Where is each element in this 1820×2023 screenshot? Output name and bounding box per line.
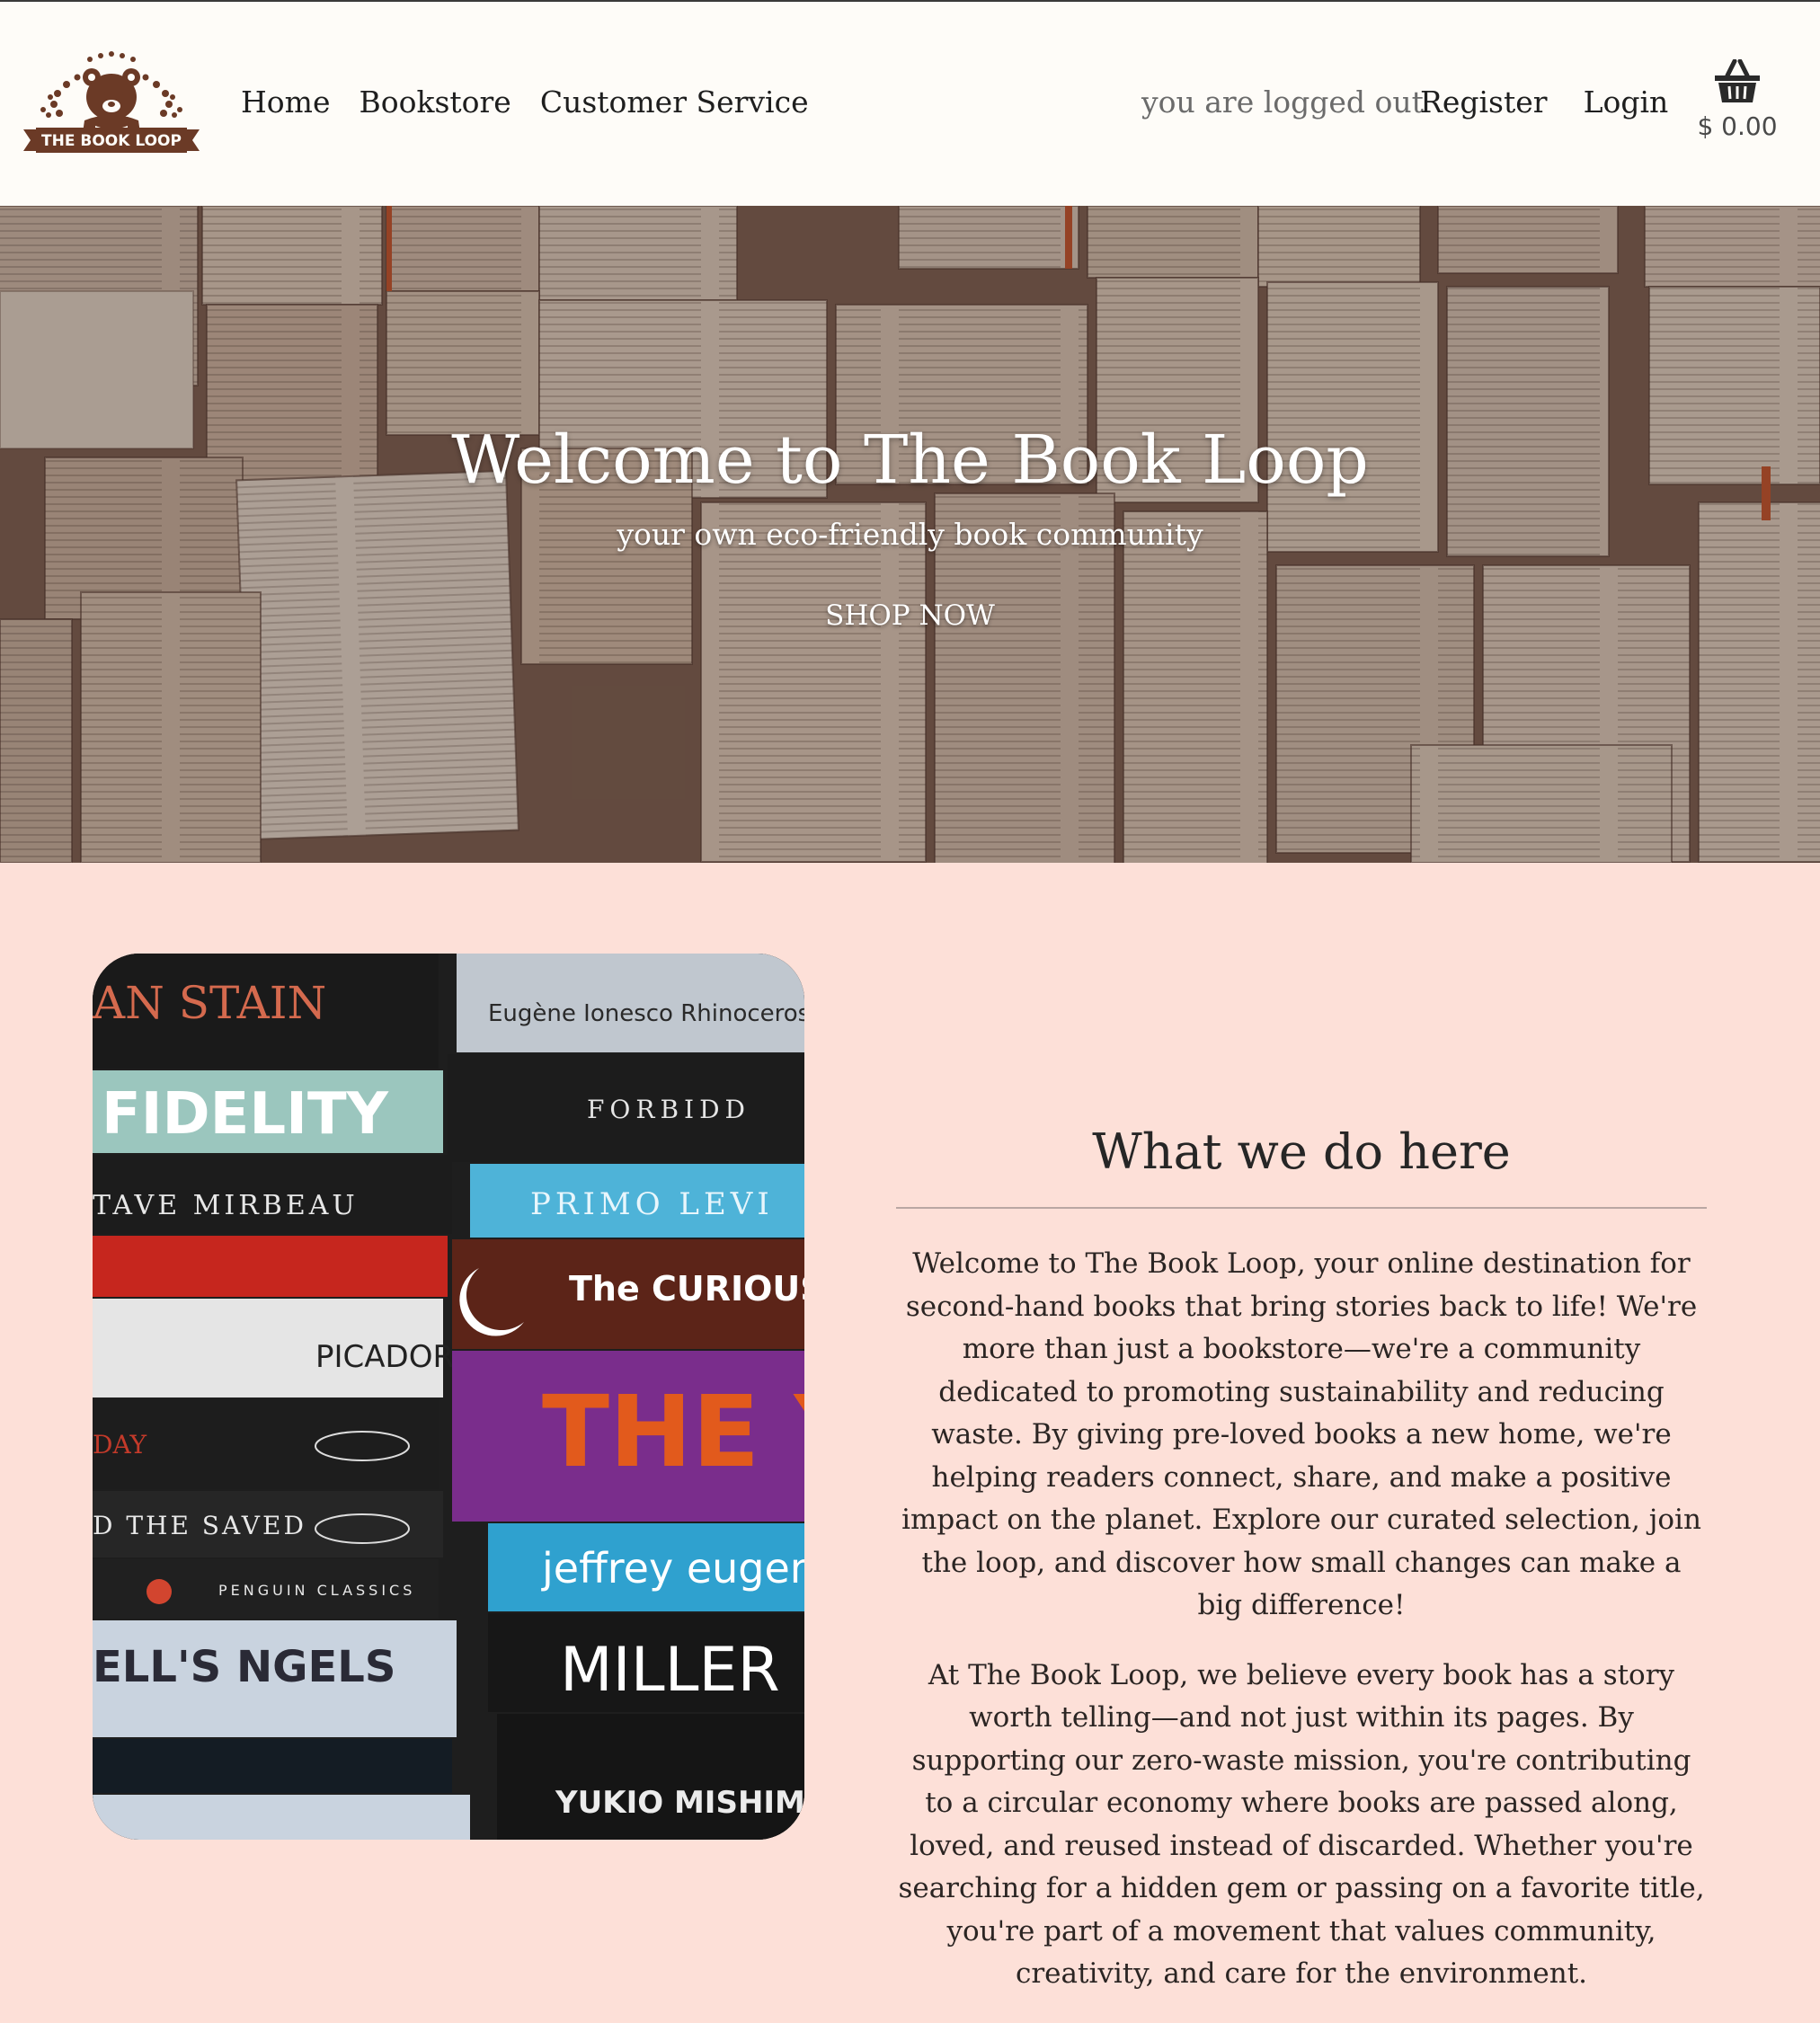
spine-text: FIDELITY xyxy=(102,1081,389,1148)
cart-total: $ 0.00 xyxy=(1697,111,1778,141)
shop-now-button[interactable]: SHOP NOW xyxy=(825,599,995,632)
site-logo[interactable]: THE BOOK LOOP xyxy=(23,50,200,156)
spine-text: TAVE MIRBEAU xyxy=(93,1190,359,1221)
hero-subtitle: your own eco-friendly book community xyxy=(617,517,1203,552)
about-title: What we do here xyxy=(1092,1123,1511,1180)
spine-text: YUKIO MISHIM xyxy=(555,1785,804,1821)
spine-text: ELL'S NGELS xyxy=(93,1642,395,1692)
about-section: What we do here Welcome to The Book Loop… xyxy=(896,1123,1707,2023)
hero-title: Welcome to The Book Loop xyxy=(451,421,1369,499)
spine-text: Eugène Ionesco Rhinoceros xyxy=(488,1000,804,1027)
book-spines-illustration: AN STAIN FIDELITY TAVE MIRBEAU PICADOR D… xyxy=(93,954,804,1840)
spine-text: DAY xyxy=(93,1430,147,1460)
nav-customer-service[interactable]: Customer Service xyxy=(540,84,809,120)
login-link[interactable]: Login xyxy=(1584,84,1669,120)
book-stack-image: AN STAIN FIDELITY TAVE MIRBEAU PICADOR D… xyxy=(93,954,804,1840)
register-link[interactable]: Register xyxy=(1420,84,1548,120)
spine-text: jeffrey eugenid xyxy=(541,1544,804,1593)
spine-text: MILLER xyxy=(560,1635,780,1706)
login-status: you are logged out xyxy=(1141,84,1424,120)
nav-home[interactable]: Home xyxy=(241,84,330,120)
spine-text: PICADOR xyxy=(315,1339,454,1375)
spine-text: THE YEAR OF THE FLOO xyxy=(542,1374,804,1489)
section-divider xyxy=(896,1207,1707,1209)
cart[interactable]: $ 0.00 xyxy=(1697,58,1778,141)
site-header: THE BOOK LOOP Home Bookstore Customer Se… xyxy=(0,2,1820,206)
nav-bookstore[interactable]: Bookstore xyxy=(359,84,510,120)
spine-text: PENGUIN CLASSICS xyxy=(218,1582,415,1599)
about-paragraph: Welcome to The Book Loop, your online de… xyxy=(901,1247,1701,1621)
hero-banner: Welcome to The Book Loop your own eco-fr… xyxy=(0,206,1820,863)
spine-text: FORBIDD xyxy=(587,1095,750,1124)
bear-logo-icon: THE BOOK LOOP xyxy=(23,51,200,153)
logo-text: THE BOOK LOOP xyxy=(41,132,182,150)
main-nav: Home Bookstore Customer Service xyxy=(241,84,809,120)
spine-text: The CURIOUS of THE DOG IN xyxy=(569,1269,804,1309)
spine-text: PRIMO LEVI xyxy=(530,1186,774,1222)
basket-icon xyxy=(1715,58,1760,102)
auth-links: Register Login xyxy=(1420,84,1668,120)
spine-text: D THE SAVED xyxy=(93,1511,306,1540)
about-paragraph: At The Book Loop, we believe every book … xyxy=(898,1658,1705,1991)
spine-text: AN STAIN xyxy=(93,977,326,1029)
